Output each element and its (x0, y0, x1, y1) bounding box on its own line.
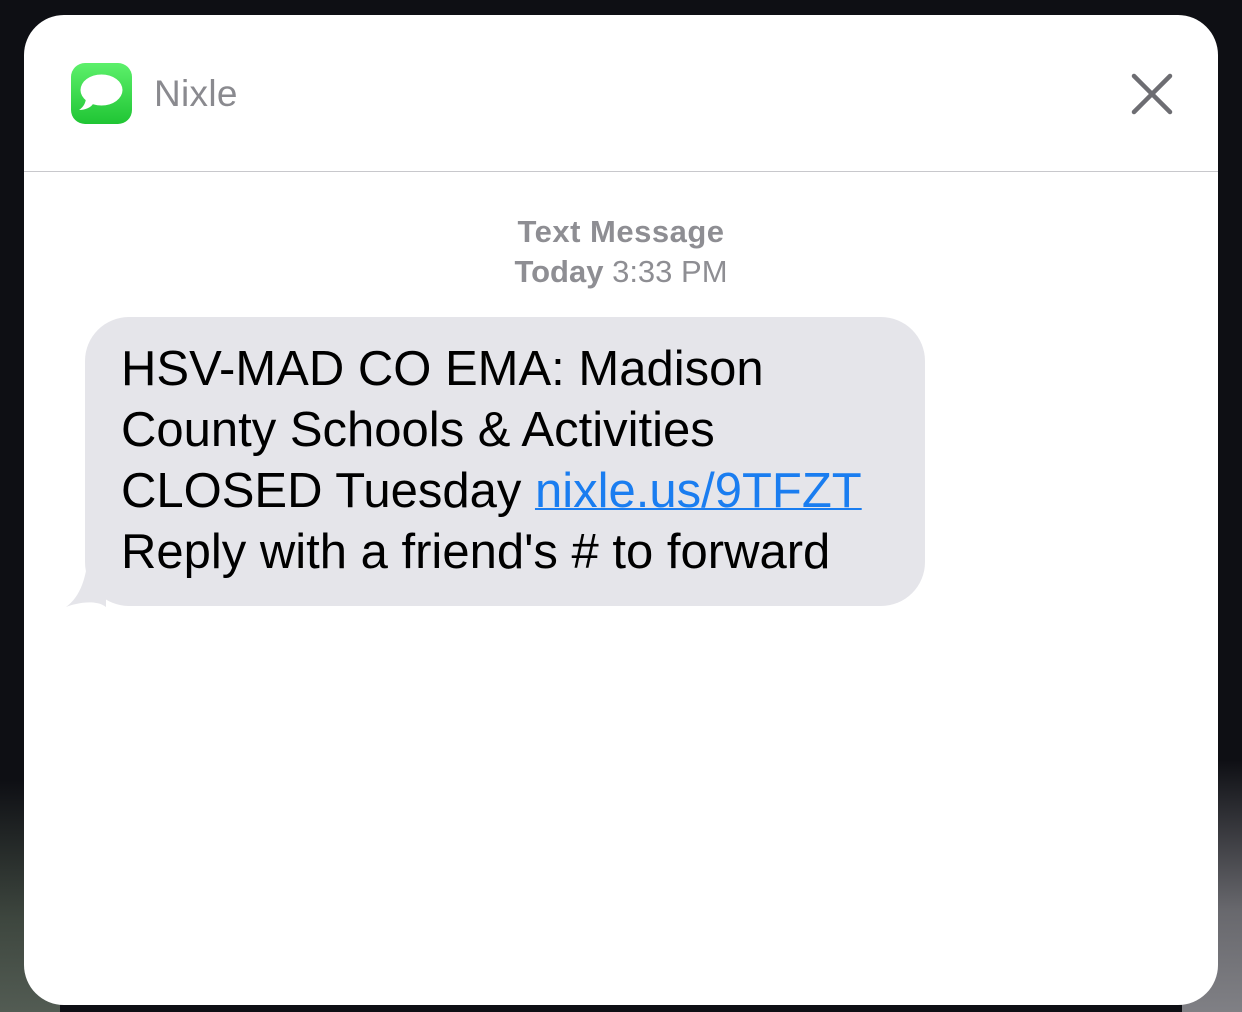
message-timestamp: Today 3:33 PM (24, 252, 1218, 292)
message-text: CLOSED Tuesday (121, 464, 535, 518)
timestamp-day: Today (514, 254, 604, 289)
message-line: HSV-MAD CO EMA: Madison (121, 342, 764, 396)
message-line: CLOSED Tuesday nixle.us/9TFZT (121, 461, 905, 522)
message-meta: Text Message Today 3:33 PM (24, 212, 1218, 292)
message-line: County Schools & Activities (121, 403, 715, 457)
notification-header: Nixle (24, 15, 1218, 172)
message-line: Reply with a friend's # to forward (121, 525, 831, 579)
notification-card[interactable]: Nixle Text Message Today 3:33 PM HSV-MAD… (24, 15, 1218, 1005)
messages-icon (71, 63, 132, 124)
timestamp-time: 3:33 PM (612, 254, 728, 289)
message-link[interactable]: nixle.us/9TFZT (535, 464, 862, 518)
message-bubble[interactable]: HSV-MAD CO EMA: Madison County Schools &… (85, 317, 925, 606)
close-button[interactable] (1126, 70, 1176, 120)
speech-bubble-icon (79, 74, 123, 110)
close-icon (1131, 73, 1173, 115)
app-name: Nixle (154, 73, 238, 114)
message-type: Text Message (517, 214, 725, 249)
